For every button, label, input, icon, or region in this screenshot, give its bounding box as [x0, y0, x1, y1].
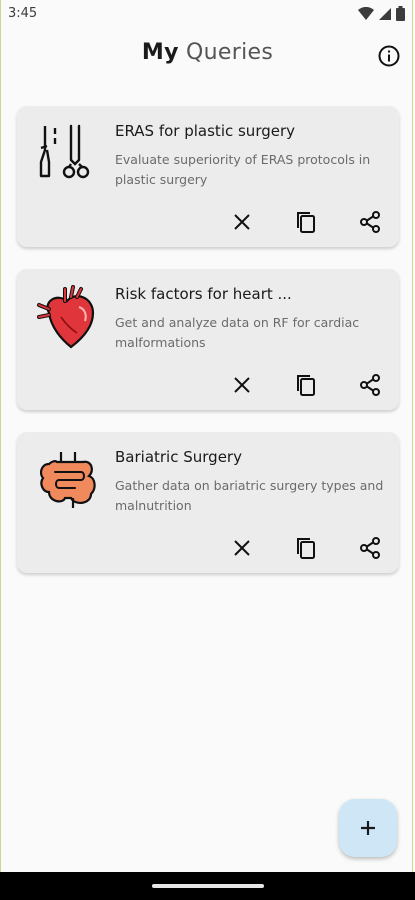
page-title: My Queries: [0, 40, 415, 65]
copy-icon: [297, 538, 315, 559]
query-title: ERAS for plastic surgery: [115, 122, 296, 140]
share-icon: [360, 211, 380, 233]
title-bold: My: [141, 40, 179, 65]
battery-icon: [396, 6, 405, 21]
wifi-icon: [358, 6, 374, 20]
delete-button[interactable]: [225, 368, 259, 402]
home-handle[interactable]: [152, 884, 264, 888]
header: My Queries: [0, 40, 415, 72]
query-card[interactable]: ERAS for plastic surgery Evaluate superi…: [17, 106, 399, 247]
status-time: 3:45: [8, 6, 38, 21]
close-icon: [234, 214, 250, 230]
close-icon: [234, 377, 250, 393]
card-actions: [225, 205, 387, 239]
share-icon: [360, 537, 380, 559]
query-title: Bariatric Surgery: [115, 448, 242, 466]
copy-button[interactable]: [289, 205, 323, 239]
query-title: Risk factors for heart ...: [115, 285, 292, 303]
share-icon: [360, 374, 380, 396]
share-button[interactable]: [353, 205, 387, 239]
plus-icon: [361, 821, 375, 835]
delete-button[interactable]: [225, 205, 259, 239]
query-description: Gather data on bariatric surgery types a…: [115, 478, 384, 513]
card-actions: [225, 368, 387, 402]
query-description: Evaluate superiority of ERAS protocols i…: [115, 152, 371, 187]
share-button[interactable]: [353, 531, 387, 565]
info-icon: [378, 45, 400, 67]
query-card[interactable]: Risk factors for heart ... Get and analy…: [17, 269, 399, 410]
intestine-icon: [35, 446, 101, 512]
copy-button[interactable]: [289, 531, 323, 565]
copy-button[interactable]: [289, 368, 323, 402]
add-query-button[interactable]: [339, 799, 397, 857]
signal-icon: [379, 7, 391, 20]
card-actions: [225, 531, 387, 565]
system-nav-bar: [0, 872, 415, 900]
info-button[interactable]: [377, 44, 401, 68]
status-icons: [358, 6, 405, 21]
share-button[interactable]: [353, 368, 387, 402]
surgical-tools-icon: [35, 120, 101, 186]
close-icon: [234, 540, 250, 556]
title-rest: Queries: [186, 40, 274, 65]
copy-icon: [297, 375, 315, 396]
delete-button[interactable]: [225, 531, 259, 565]
query-card[interactable]: Bariatric Surgery Gather data on bariatr…: [17, 432, 399, 573]
heart-icon: [35, 283, 101, 349]
copy-icon: [297, 212, 315, 233]
status-bar: 3:45: [0, 0, 415, 28]
query-description: Get and analyze data on RF for cardiac m…: [115, 315, 360, 350]
